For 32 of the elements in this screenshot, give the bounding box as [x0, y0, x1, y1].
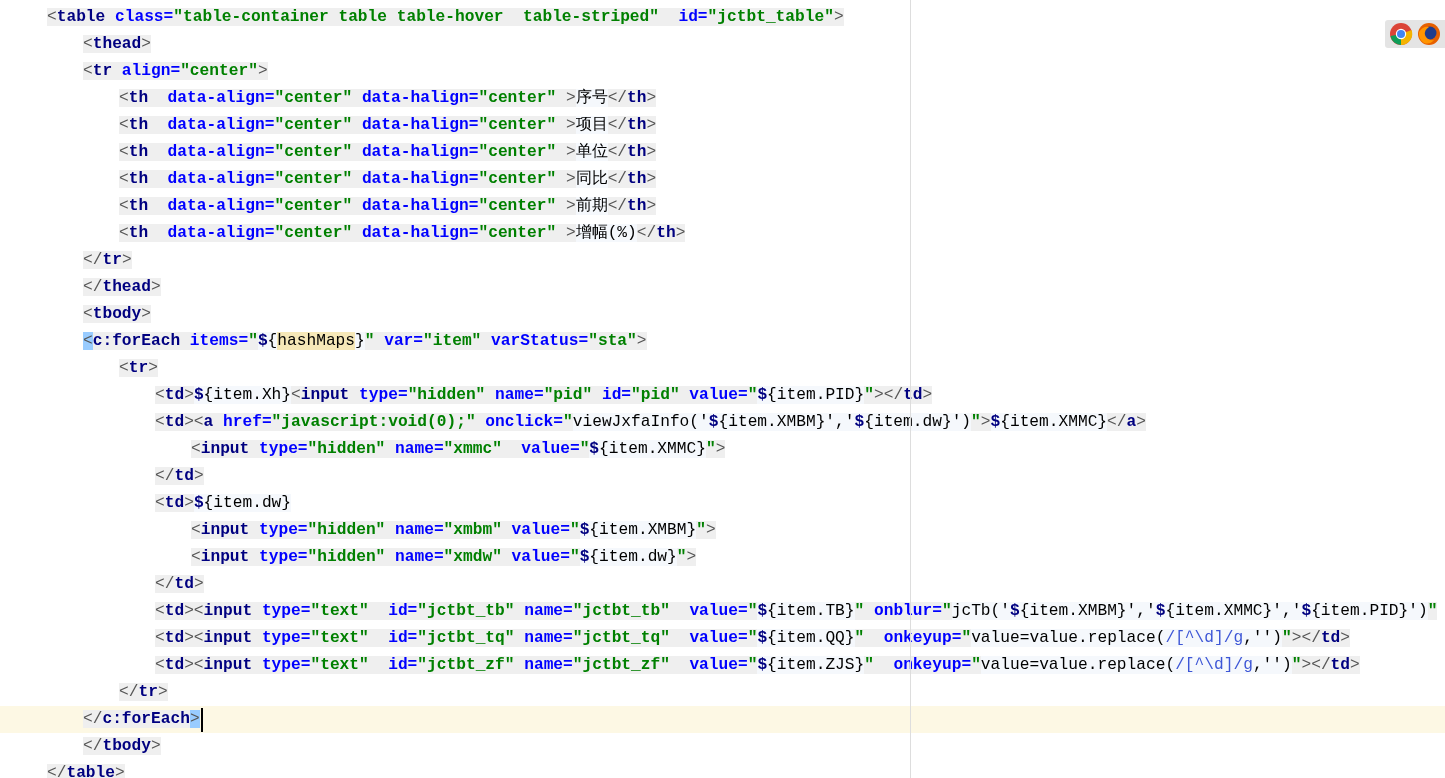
code-line: <th data-align="center" data-halign="center" >增幅(%)</th> — [119, 223, 686, 244]
code-line: </c:forEach> — [83, 709, 200, 730]
code-line: <td><a href="javascript:void(0);" onclick="viewJxfaInfo('${item.XMBM}','${item.dw}')">${item.XMMC}</a> — [155, 412, 1146, 433]
code-line: <thead> — [83, 34, 151, 55]
code-line: <td>${item.Xh}<input type="hidden" name="pid" id="pid" value="${item.PID}"></td> — [155, 385, 933, 406]
code-line: <tbody> — [83, 304, 151, 325]
code-line: <table class="table-container table table-hover table-striped" id="jctbt_table"> — [47, 7, 844, 28]
code-line: <th data-align="center" data-halign="center" >项目</th> — [119, 115, 657, 136]
code-line: </tr> — [83, 250, 132, 271]
code-line: <th data-align="center" data-halign="center" >同比</th> — [119, 169, 657, 190]
code-line: <input type="hidden" name="xmmc" value="${item.XMMC}"> — [191, 439, 726, 460]
text-caret — [200, 707, 203, 732]
code-line: </table> — [47, 763, 125, 778]
code-line: <th data-align="center" data-halign="center" >序号</th> — [119, 87, 657, 109]
code-line: <th data-align="center" data-halign="center" >单位</th> — [119, 142, 657, 163]
code-line: <tr align="center"> — [83, 61, 268, 82]
code-line: <input type="hidden" name="xmbm" value="${item.XMBM}"> — [191, 520, 716, 541]
firefox-style-browser-icon[interactable] — [1417, 22, 1441, 46]
code-line: <c:forEach items="${hashMaps}" var="item" varStatus="sta"> — [83, 331, 647, 352]
code-line: <td><input type="text" id="jctbt_tq" name="jctbt_tq" value="${item.QQ}" onkeyup="value=value.replace(/[^\d]/g,'')"></td> — [155, 628, 1351, 649]
code-line: <th data-align="center" data-halign="center" >前期</th> — [119, 196, 657, 217]
code-line: <input type="hidden" name="xmdw" value="${item.dw}"> — [191, 547, 697, 568]
code-line: </td> — [155, 574, 204, 595]
code-line: <td><input type="text" id="jctbt_zf" name="jctbt_zf" value="${item.ZJS}" onkeyup="value=value.replace(/[^\d]/g,'')"></td> — [155, 655, 1360, 676]
code-line: </tbody> — [83, 736, 161, 757]
code-line: </tr> — [119, 682, 168, 703]
code-line: <tr> — [119, 358, 158, 379]
code-line: <td>${item.dw} — [155, 493, 292, 514]
chrome-style-browser-icon[interactable] — [1389, 22, 1413, 46]
code-line: </td> — [155, 466, 204, 487]
code-line: <td><input type="text" id="jctbt_tb" name="jctbt_tb" value="${item.TB}" onblur="jcTb('${item.XMBM}','${item.XMMC}','${item.PID}')" — [155, 601, 1438, 622]
code-line: </thead> — [83, 277, 161, 298]
